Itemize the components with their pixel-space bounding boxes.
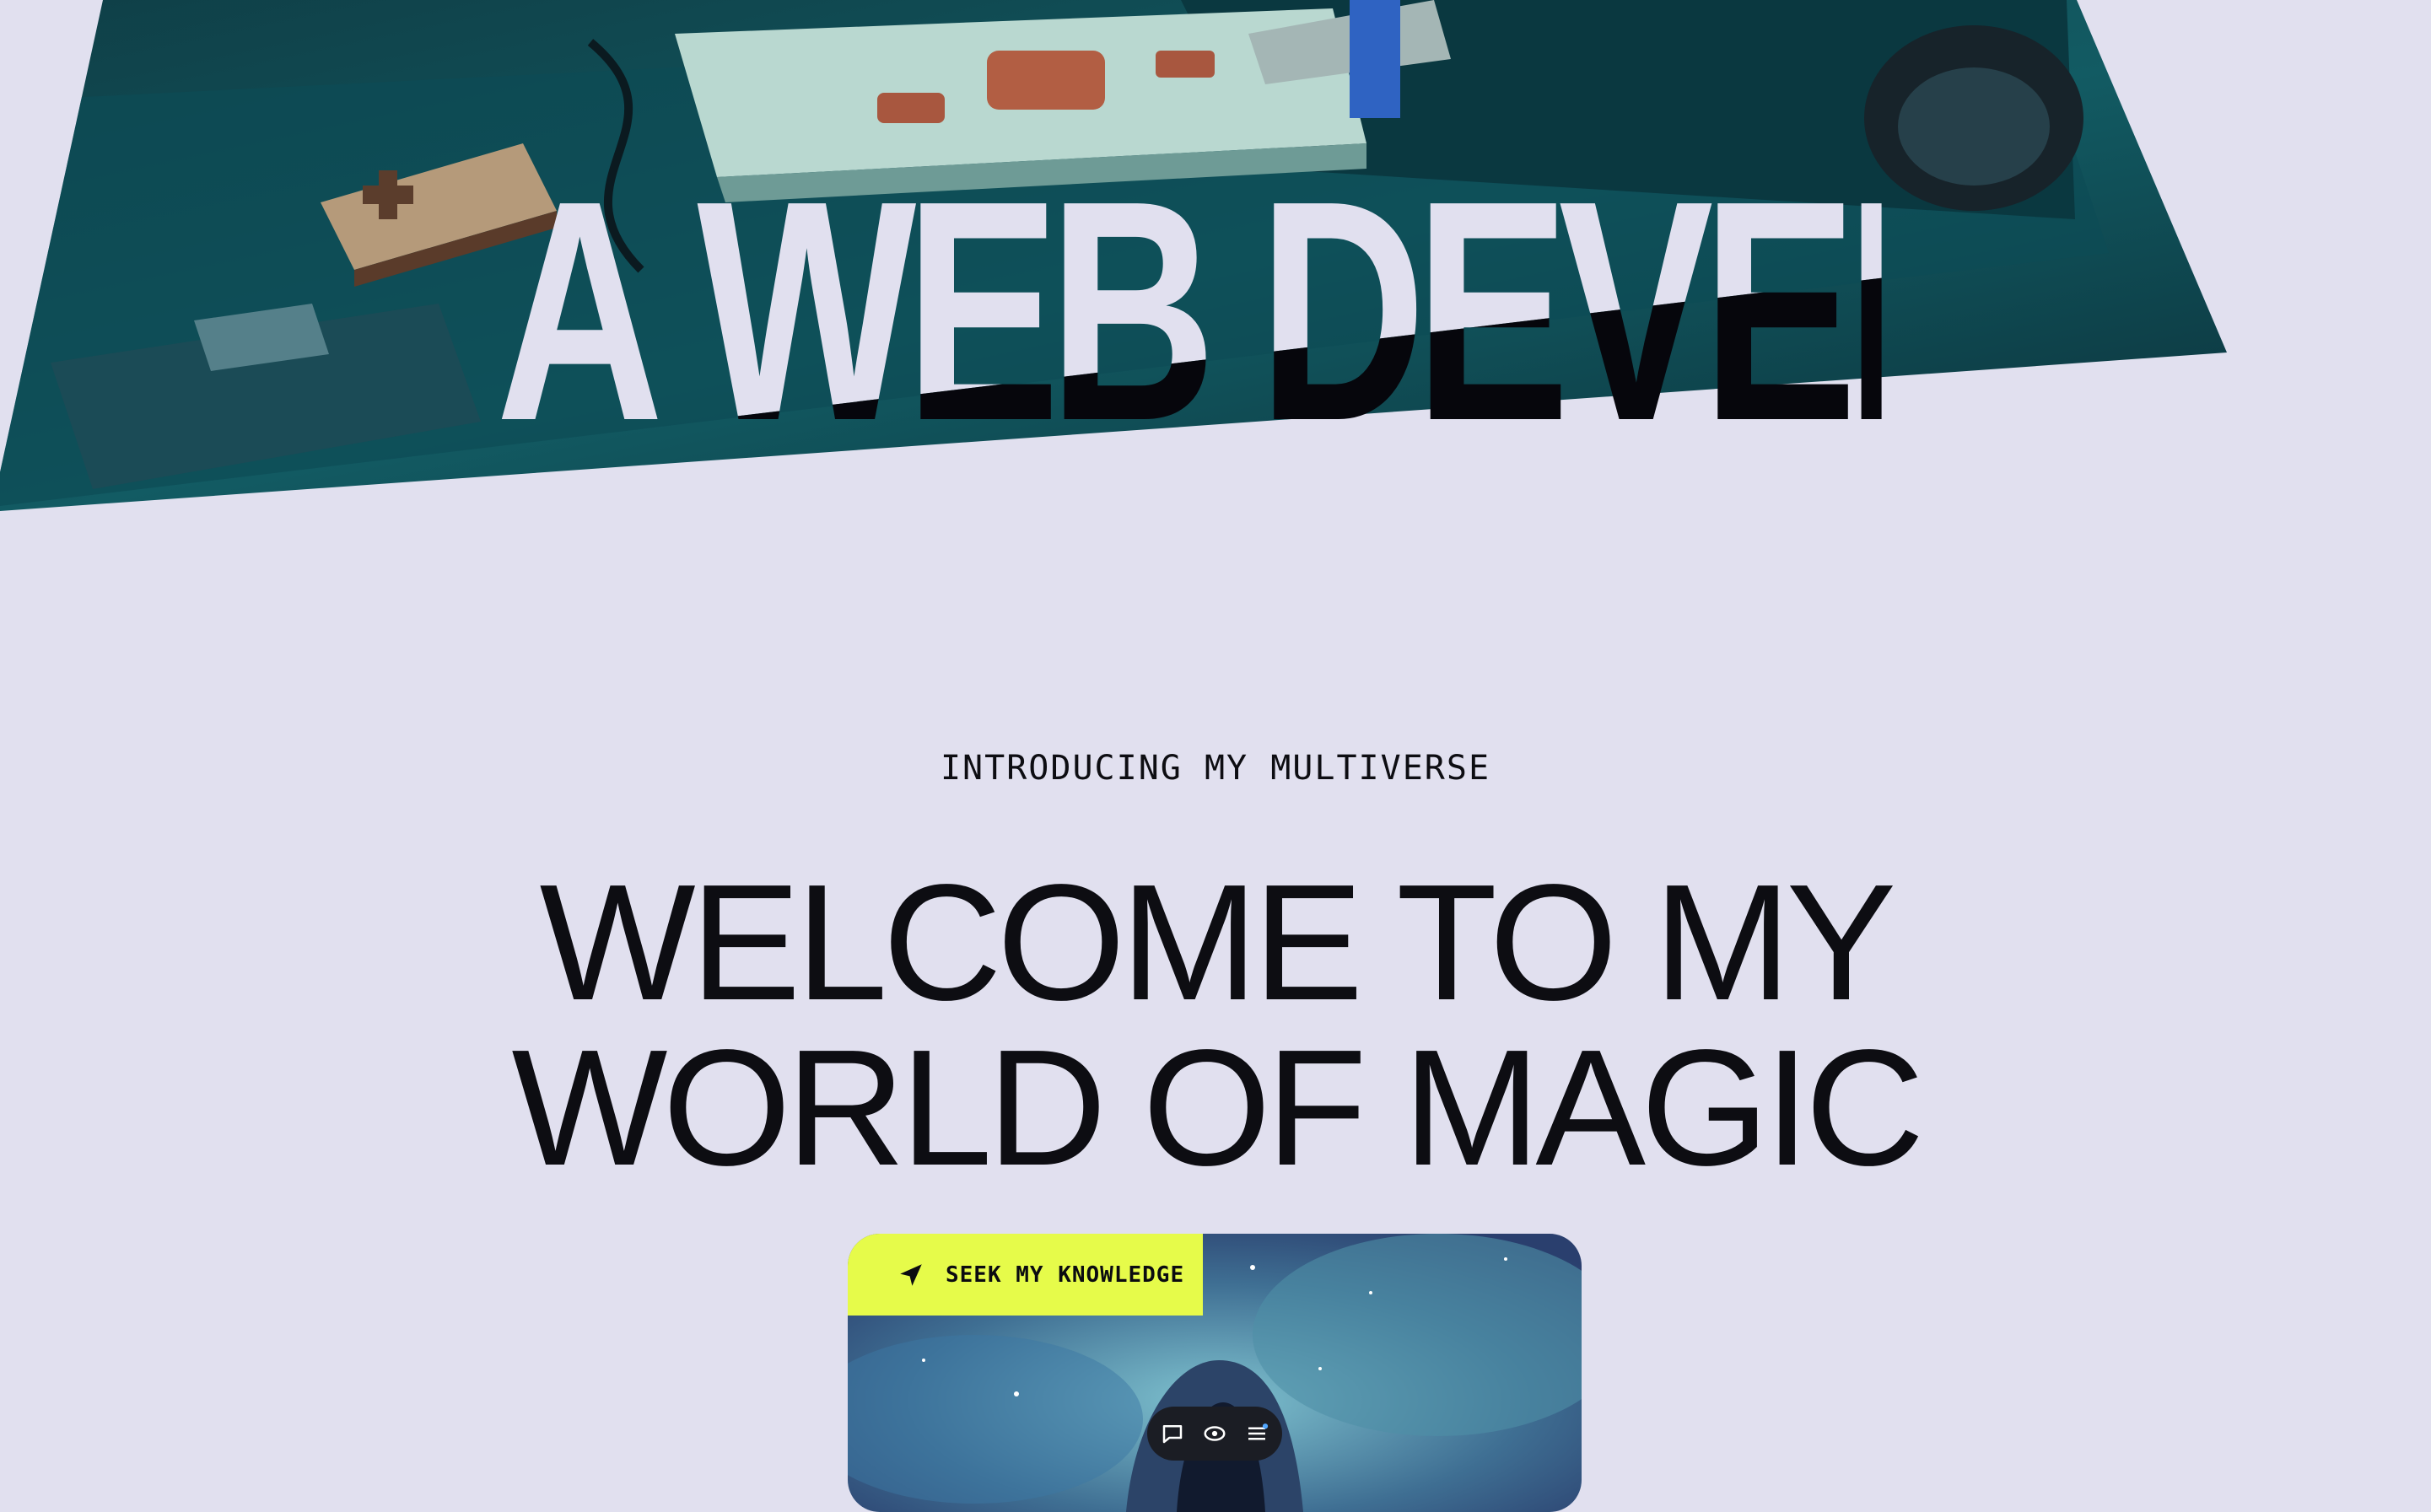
- floating-toolbar: [1147, 1407, 1282, 1461]
- headline-line-2: WORLD OF MAGIC: [511, 1015, 1924, 1200]
- hero-banner: A WEB DEVELOPER A WEB DEVELOPER: [0, 0, 2431, 523]
- menu-icon[interactable]: [1244, 1421, 1269, 1446]
- chat-bubble-icon[interactable]: [1160, 1421, 1185, 1446]
- feature-card: SEEK MY KNOWLEDGE: [848, 1234, 1582, 1512]
- section-eyebrow: INTRODUCING MY MULTIVERSE: [940, 749, 1491, 788]
- navigation-arrow-icon: [900, 1263, 922, 1286]
- seek-knowledge-button[interactable]: SEEK MY KNOWLEDGE: [848, 1234, 1203, 1316]
- seek-knowledge-label: SEEK MY KNOWLEDGE: [946, 1262, 1185, 1288]
- headline-line-1: WELCOME TO MY: [539, 850, 1897, 1035]
- section-headline: WELCOME TO MY WORLD OF MAGIC: [0, 860, 2431, 1191]
- eye-icon[interactable]: [1202, 1421, 1227, 1446]
